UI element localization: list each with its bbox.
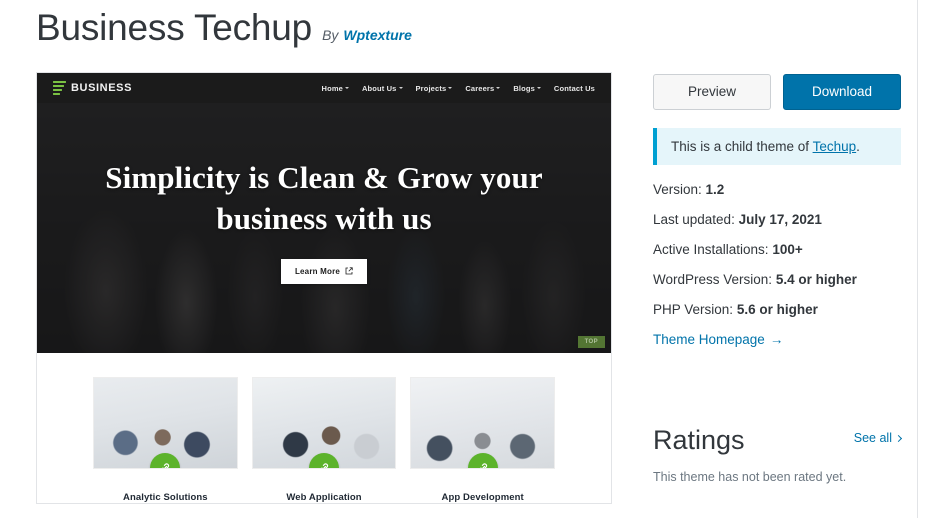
link-icon-badge (467, 453, 498, 468)
meta-value: 5.4 or higher (775, 271, 857, 287)
services-section: Analytic Solutions Web Application App D… (37, 353, 611, 503)
ratings-section: Ratings See all This theme has not been … (653, 424, 903, 485)
parent-theme-link[interactable]: Techup (813, 139, 857, 154)
preview-navbar: BUSINESS Home About Us Projects Careers … (37, 73, 611, 103)
hero-headline: Simplicity is Clean & Grow your business… (105, 160, 543, 236)
meta-active-installations: Active Installations: 100+ (653, 241, 901, 259)
meta-last-updated: Last updated: July 17, 2021 (653, 211, 901, 229)
notice-text-after: . (856, 138, 860, 154)
theme-detail-page: Business Techup By Wptexture BUSINESS Ho… (0, 0, 940, 518)
meta-php-version: PHP Version: 5.6 or higher (653, 301, 901, 319)
nav-item-projects[interactable]: Projects (416, 84, 453, 93)
service-card[interactable]: Web Application (251, 377, 397, 503)
meta-version: Version: 1.2 (653, 181, 901, 199)
theme-sidebar: Preview Download This is a child theme o… (653, 74, 901, 349)
service-title: App Development (441, 492, 524, 503)
theme-screenshot-preview[interactable]: BUSINESS Home About Us Projects Careers … (36, 72, 612, 504)
meta-value: 100+ (772, 241, 803, 257)
page-scrollbar[interactable] (917, 0, 940, 518)
mock-site: BUSINESS Home About Us Projects Careers … (37, 73, 611, 503)
theme-homepage-link[interactable]: Theme Homepage → (653, 332, 783, 347)
action-buttons: Preview Download (653, 74, 901, 110)
theme-homepage-label: Theme Homepage (653, 331, 765, 347)
arrow-right-icon: → (769, 331, 784, 347)
byline-prefix: By (322, 27, 339, 43)
meta-label: WordPress Version: (653, 271, 773, 287)
service-title: Web Application (286, 492, 362, 503)
nav-label: About Us (361, 83, 397, 93)
preview-hero: BUSINESS Home About Us Projects Careers … (37, 73, 611, 353)
chevron-down-icon (448, 87, 453, 89)
service-photo (93, 377, 238, 469)
nav-item-careers[interactable]: Careers (465, 83, 501, 93)
logo-bars-icon (53, 80, 66, 96)
nav-item-blogs[interactable]: Blogs (513, 84, 541, 93)
theme-meta-list: Version: 1.2 Last updated: July 17, 2021… (653, 181, 901, 349)
meta-value: 5.6 or higher (736, 301, 818, 317)
page-title: Business Techup (36, 7, 313, 48)
theme-header: Business Techup By Wptexture (36, 7, 412, 49)
byline: By Wptexture (322, 27, 412, 43)
meta-value: July 17, 2021 (738, 211, 822, 227)
see-all-ratings-link[interactable]: See all (853, 431, 903, 446)
service-card[interactable]: Analytic Solutions (93, 377, 238, 503)
chevron-down-icon (536, 87, 541, 89)
logo-text: BUSINESS (71, 82, 133, 94)
chain-link-icon (162, 463, 170, 468)
nav-label: Home (321, 83, 343, 93)
service-photo (410, 377, 556, 469)
nav-label: Contact Us (553, 83, 595, 93)
chevron-down-icon (344, 87, 349, 89)
meta-value: 1.2 (705, 181, 725, 197)
ratings-title: Ratings (653, 425, 745, 455)
external-link-icon (345, 267, 353, 275)
meta-label: Version: (653, 181, 702, 197)
learn-more-button[interactable]: Learn More (280, 258, 368, 284)
meta-label: PHP Version: (653, 301, 734, 317)
nav-label: Careers (465, 83, 495, 93)
link-icon-badge (309, 453, 339, 468)
chain-link-icon (479, 463, 487, 468)
author-link[interactable]: Wptexture (343, 27, 411, 43)
nav-label: Projects (415, 83, 447, 93)
service-photo (251, 377, 397, 469)
link-icon-badge (150, 453, 181, 468)
ratings-header: Ratings See all (653, 424, 903, 456)
hero-content: Simplicity is Clean & Grow your business… (37, 103, 611, 353)
meta-wordpress-version: WordPress Version: 5.4 or higher (653, 271, 901, 289)
chevron-right-icon (894, 434, 903, 442)
service-card[interactable]: App Development (410, 377, 556, 503)
child-theme-notice: This is a child theme of Techup. (653, 127, 901, 165)
chain-link-icon (321, 463, 329, 468)
scroll-to-top-button[interactable]: TOP (577, 336, 605, 348)
nav-label: Blogs (513, 83, 535, 93)
ratings-empty-text: This theme has not been rated yet. (653, 470, 847, 485)
chevron-down-icon (496, 87, 501, 89)
service-title: Analytic Solutions (123, 492, 208, 503)
learn-more-label: Learn More (294, 266, 341, 276)
notice-text-before: This is a child theme of (671, 138, 813, 154)
site-logo: BUSINESS (53, 80, 133, 96)
meta-label: Last updated: (653, 211, 735, 227)
preview-button[interactable]: Preview (653, 74, 771, 110)
see-all-label: See all (853, 431, 892, 446)
nav-item-about-us[interactable]: About Us (362, 84, 403, 93)
meta-label: Active Installations: (653, 241, 769, 257)
nav-item-contact-us[interactable]: Contact Us (554, 84, 595, 93)
preview-nav-links: Home About Us Projects Careers Blogs Con… (322, 84, 595, 93)
nav-item-home[interactable]: Home (322, 84, 349, 93)
chevron-down-icon (398, 87, 403, 89)
download-button[interactable]: Download (783, 74, 901, 110)
